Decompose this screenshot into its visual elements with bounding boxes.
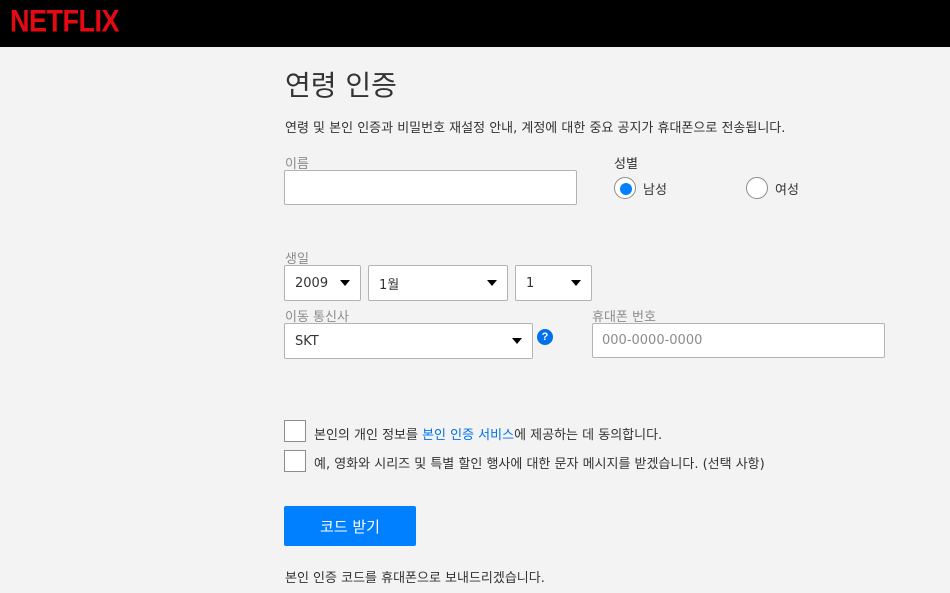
chevron-down-icon [571, 280, 581, 286]
consent-privacy-suffix: 에 제공하는 데 동의합니다. [514, 428, 663, 443]
page-description: 연령 및 본인 인증과 비밀번호 재설정 안내, 계정에 대한 중요 공지가 휴… [285, 121, 786, 136]
phone-placeholder: 000-0000-0000 [602, 333, 703, 348]
birth-year-select[interactable]: 2009 [284, 265, 361, 301]
carrier-select[interactable]: SKT [284, 323, 533, 359]
consent-privacy-text: 본인의 개인 정보를 본인 인증 서비스에 제공하는 데 동의합니다. [314, 424, 662, 443]
consent-sms-text: 예, 영화와 시리즈 및 특별 할인 행사에 대한 문자 메시지를 받겠습니다.… [314, 457, 765, 472]
gender-male-radio[interactable] [614, 177, 636, 199]
name-input[interactable] [284, 170, 577, 205]
gender-male-label[interactable]: 남성 [643, 179, 667, 198]
carrier-value: SKT [295, 333, 319, 349]
chevron-down-icon [512, 338, 522, 344]
chevron-down-icon [340, 280, 350, 286]
radio-selected-dot [620, 183, 632, 195]
consent-privacy-prefix: 본인의 개인 정보를 [314, 428, 423, 443]
page-title: 연령 인증 [285, 69, 397, 102]
birth-month-select[interactable]: 1월 [368, 265, 508, 301]
birth-month-value: 1월 [379, 278, 400, 293]
phone-input[interactable]: 000-0000-0000 [592, 323, 885, 358]
top-bar: NETFLIX [0, 0, 950, 47]
gender-female-radio[interactable] [746, 177, 768, 199]
netflix-logo[interactable]: NETFLIX [10, 4, 120, 40]
gender-label: 성별 [614, 157, 638, 172]
gender-female-label[interactable]: 여성 [775, 179, 799, 198]
help-icon[interactable]: ? [537, 329, 553, 345]
birth-day-value: 1 [526, 275, 535, 291]
consent-privacy-checkbox[interactable] [284, 420, 306, 442]
identity-service-link[interactable]: 본인 인증 서비스 [422, 428, 514, 443]
consent-sms-checkbox[interactable] [284, 450, 306, 472]
footnote: 본인 인증 코드를 휴대폰으로 보내드리겠습니다. [285, 571, 545, 586]
birth-day-select[interactable]: 1 [515, 265, 592, 301]
birth-year-value: 2009 [295, 275, 329, 291]
get-code-button[interactable]: 코드 받기 [284, 506, 416, 546]
chevron-down-icon [487, 280, 497, 286]
